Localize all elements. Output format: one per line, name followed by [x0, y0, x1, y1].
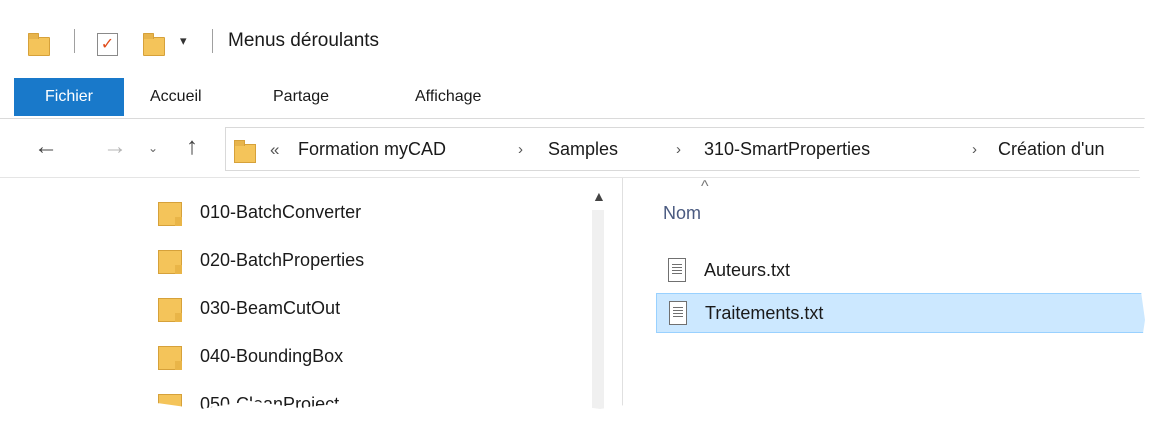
scroll-up-icon[interactable]: ▲	[592, 188, 606, 204]
tree-item-label: 020-BatchProperties	[200, 250, 365, 270]
breadcrumb-samples[interactable]: Samples	[548, 139, 618, 160]
file-row[interactable]: Auteurs.txt	[656, 251, 1146, 291]
file-list-pane: ^ Nom Auteurs.txt Traitements.txt	[623, 178, 1146, 409]
window-title: Menus déroulants	[228, 30, 380, 51]
back-arrow-icon[interactable]: ←	[34, 133, 58, 161]
address-bar[interactable]: « Formation myCAD › Samples › 310-SmartP…	[225, 127, 1146, 171]
customize-dropdown-icon[interactable]: ▾	[180, 33, 187, 49]
breadcrumb-creation[interactable]: Création d'un	[998, 139, 1105, 160]
navigation-pane: 010-BatchConverter 020-BatchProperties 0…	[0, 178, 610, 412]
tree-item-label: 010-BatchConverter	[200, 202, 362, 222]
sort-ascending-icon: ^	[701, 178, 709, 195]
breadcrumb-separator[interactable]: ›	[518, 141, 523, 158]
file-name: Traitements.txt	[705, 303, 824, 323]
breadcrumb-formation-mycad[interactable]: Formation myCAD	[298, 139, 446, 160]
folder-icon	[158, 202, 182, 226]
folder-icon	[158, 298, 182, 322]
breadcrumb-310-smartproperties[interactable]: 310-SmartProperties	[704, 139, 870, 160]
address-folder-icon	[234, 140, 256, 163]
navigation-bar: ← → ⌄ ↑ « Formation myCAD › Samples › 31…	[0, 119, 1146, 178]
folder-icon[interactable]	[28, 33, 50, 56]
ribbon-tabs: Fichier Accueil Partage Affichage	[0, 78, 1146, 119]
folder-icon	[158, 394, 182, 409]
forward-arrow-icon[interactable]: →	[103, 133, 127, 161]
new-folder-icon[interactable]	[143, 33, 165, 56]
navigation-scrollbar[interactable]: ▲	[586, 178, 610, 409]
qat-separator	[212, 29, 213, 53]
tab-fichier[interactable]: Fichier	[14, 78, 124, 116]
tab-partage[interactable]: Partage	[273, 78, 329, 116]
file-name: Auteurs.txt	[704, 260, 791, 280]
tab-affichage[interactable]: Affichage	[415, 78, 481, 116]
tree-item-label: 050-CleanProject	[200, 394, 340, 412]
column-header-name[interactable]: Nom	[663, 203, 701, 224]
overflow-chevron[interactable]: «	[270, 140, 279, 160]
up-arrow-icon[interactable]: ↑	[186, 133, 198, 161]
tab-accueil[interactable]: Accueil	[150, 78, 202, 116]
folder-icon	[158, 250, 182, 274]
explorer-window: ✓ ▾ Menus déroulants Fichier Accueil Par…	[0, 0, 1146, 412]
file-row-selected[interactable]: Traitements.txt	[656, 293, 1146, 333]
tree-item-label: 040-BoundingBox	[200, 346, 344, 366]
text-file-icon	[668, 258, 686, 282]
breadcrumb-separator[interactable]: ›	[676, 141, 681, 158]
title-bar: ✓ ▾ Menus déroulants	[0, 0, 1146, 78]
qat-separator	[74, 29, 75, 53]
text-file-icon	[669, 301, 687, 325]
recent-locations-icon[interactable]: ⌄	[148, 141, 158, 155]
properties-icon[interactable]: ✓	[97, 33, 118, 56]
breadcrumb-separator[interactable]: ›	[972, 141, 977, 158]
scrollbar-track[interactable]	[592, 210, 604, 409]
tree-item-label: 030-BeamCutOut	[200, 298, 341, 318]
folder-icon	[158, 346, 182, 370]
